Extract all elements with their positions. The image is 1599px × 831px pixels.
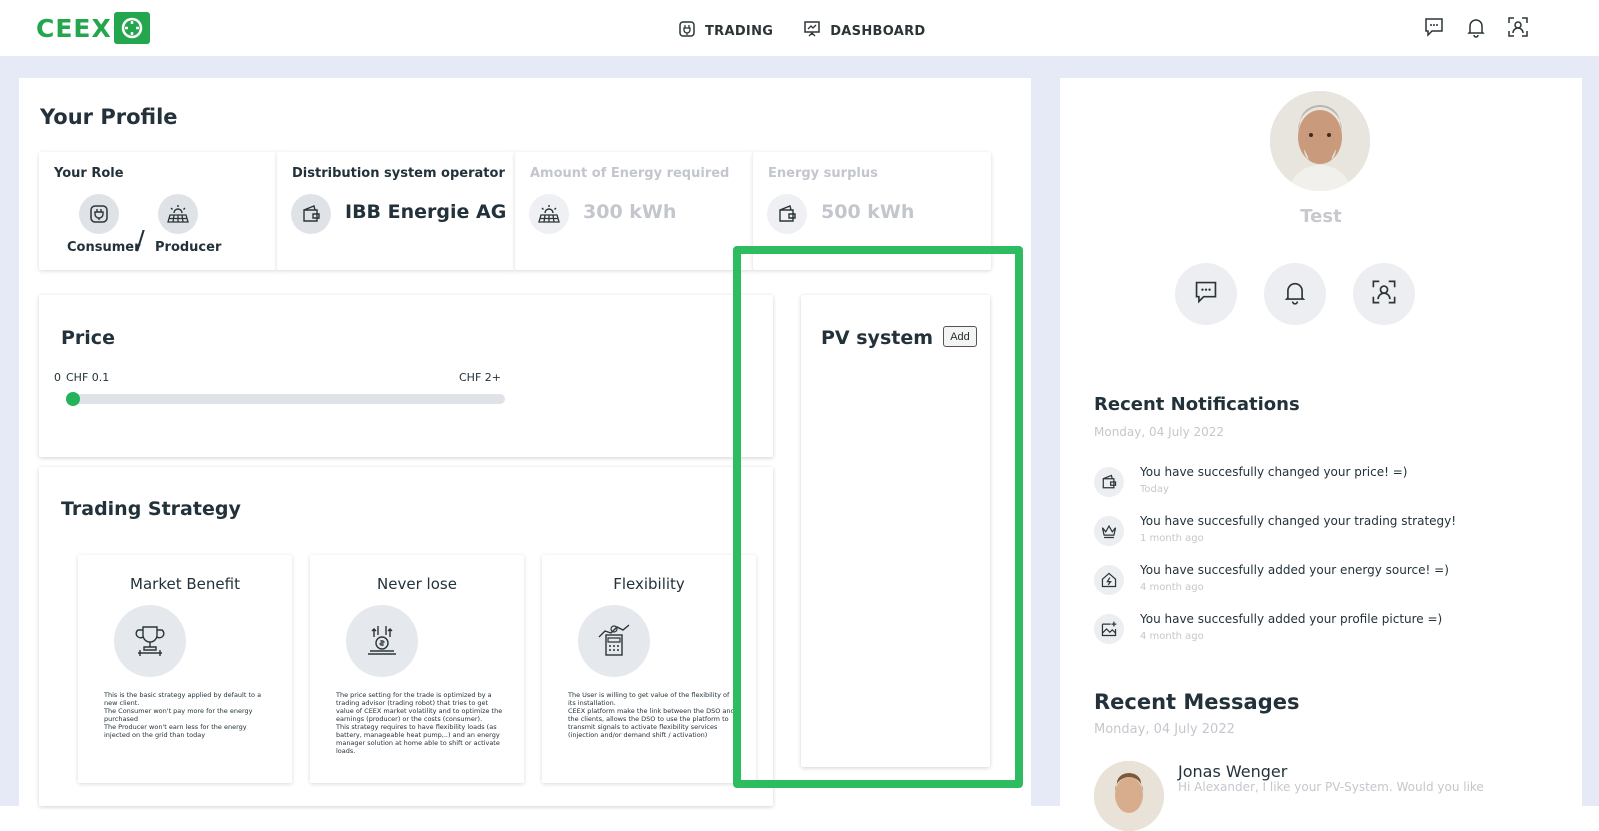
bell-icon xyxy=(1282,279,1308,309)
user-panel: Test Recent Notifications Monday, 04 Jul… xyxy=(1060,78,1582,831)
price-title: Price xyxy=(61,327,115,349)
strategy-card-market-benefit[interactable]: Market Benefit This is the basic strateg… xyxy=(78,555,292,783)
notification-time: Today xyxy=(1140,484,1169,495)
strategy-card-flexibility[interactable]: Flexibility The User is willing to get v… xyxy=(542,555,756,783)
user-scan-icon xyxy=(1371,279,1397,309)
highlight-box xyxy=(733,246,1023,788)
user-name: Test xyxy=(1300,206,1342,227)
message-sender[interactable]: Jonas Wenger xyxy=(1178,762,1287,781)
strategy-description: The price setting for the trade is optim… xyxy=(336,691,503,755)
energy-required-label: Amount of Energy required xyxy=(530,166,730,181)
message-avatar[interactable] xyxy=(1094,761,1164,831)
logo-text: CEEX xyxy=(36,13,112,43)
notification-item[interactable]: You have succesfully changed your price!… xyxy=(1094,465,1554,507)
calculator-chart-icon xyxy=(578,605,650,677)
strategy-title: Never lose xyxy=(377,575,457,593)
producer-solar-icon[interactable] xyxy=(158,194,198,234)
money-hand-icon xyxy=(346,605,418,677)
message-preview: Hi Alexander, I like your PV-System. Wou… xyxy=(1178,780,1484,794)
price-max-label: CHF 2+ xyxy=(459,371,501,384)
price-section: Price 0 CHF 0.1 CHF 2+ xyxy=(39,295,773,457)
wallet-icon xyxy=(1094,467,1124,497)
notification-item[interactable]: You have succesfully added your profile … xyxy=(1094,612,1554,654)
energy-surplus-label: Energy surplus xyxy=(768,166,878,181)
trading-strategy-section: Trading Strategy Market Benefit This is … xyxy=(39,467,773,806)
page-title: Your Profile xyxy=(40,105,178,129)
energy-surplus-value: 500 kWh xyxy=(821,201,915,223)
solar-panel-icon xyxy=(529,194,569,234)
strategy-title: Market Benefit xyxy=(130,575,240,593)
logo-plug-icon xyxy=(113,12,150,44)
notification-item[interactable]: You have succesfully changed your tradin… xyxy=(1094,514,1554,556)
notification-text: You have succesfully changed your tradin… xyxy=(1140,514,1457,528)
messages-title: Recent Messages xyxy=(1094,690,1300,714)
notification-time: 4 month ago xyxy=(1140,631,1204,642)
notification-time: 4 month ago xyxy=(1140,582,1204,593)
trophy-icon xyxy=(114,605,186,677)
nav-trading-label: TRADING xyxy=(705,23,774,39)
wallet-icon xyxy=(291,194,331,234)
notification-text: You have succesfully added your energy s… xyxy=(1140,563,1449,577)
price-slider-thumb[interactable] xyxy=(66,392,80,406)
plug-icon xyxy=(678,20,696,42)
notifications-title: Recent Notifications xyxy=(1094,394,1300,415)
chat-icon xyxy=(1193,279,1219,309)
chat-icon[interactable] xyxy=(1423,16,1445,38)
role-label: Your Role xyxy=(54,166,124,181)
ceex-logo[interactable]: CEEX xyxy=(36,12,150,44)
avatar[interactable] xyxy=(1270,91,1370,191)
user-scan-icon[interactable] xyxy=(1507,16,1529,38)
messages-date: Monday, 04 July 2022 xyxy=(1094,722,1235,737)
nav-trading[interactable]: TRADING xyxy=(678,20,773,42)
producer-label[interactable]: Producer xyxy=(155,240,221,255)
top-actions xyxy=(1423,16,1529,38)
energy-required-value: 300 kWh xyxy=(583,201,677,223)
price-min-label: CHF 0.1 xyxy=(66,371,110,384)
house-energy-icon xyxy=(1094,565,1124,595)
presentation-chart-icon xyxy=(803,20,821,42)
notifications-date: Monday, 04 July 2022 xyxy=(1094,425,1225,439)
crown-icon xyxy=(1094,516,1124,546)
main-nav: TRADING DASHBOARD xyxy=(678,20,926,42)
role-card: Your Role Consumer / Producer xyxy=(39,152,277,270)
top-bar: CEEX TRADING DASHBOARD xyxy=(0,0,1599,56)
consumer-label[interactable]: Consumer xyxy=(67,240,141,255)
strategy-title: Flexibility xyxy=(613,575,685,593)
role-separator: / xyxy=(136,226,145,256)
price-slider-track[interactable] xyxy=(71,394,505,404)
profile-scan-button[interactable] xyxy=(1353,263,1415,325)
image-add-icon xyxy=(1094,614,1124,644)
notification-time: 1 month ago xyxy=(1140,533,1204,544)
wallet-icon xyxy=(767,194,807,234)
strategy-description: The User is willing to get value of the … xyxy=(568,691,735,739)
dso-card: Distribution system operator IBB Energie… xyxy=(277,152,515,270)
chat-button[interactable] xyxy=(1175,263,1237,325)
consumer-plug-icon[interactable] xyxy=(79,194,119,234)
dso-label: Distribution system operator xyxy=(292,166,505,181)
strategy-description: This is the basic strategy applied by de… xyxy=(104,691,262,739)
strategy-card-never-lose[interactable]: Never lose The price setting for the tra… xyxy=(310,555,524,783)
nav-dashboard-label: DASHBOARD xyxy=(830,23,926,39)
energy-required-card: Amount of Energy required 300 kWh xyxy=(515,152,753,270)
notification-text: You have succesfully changed your price!… xyxy=(1140,465,1408,479)
nav-dashboard[interactable]: DASHBOARD xyxy=(803,20,925,42)
notification-item[interactable]: You have succesfully added your energy s… xyxy=(1094,563,1554,605)
bell-icon[interactable] xyxy=(1465,16,1487,38)
notification-text: You have succesfully added your profile … xyxy=(1140,612,1443,626)
dso-value: IBB Energie AG xyxy=(345,201,507,223)
trading-strategy-title: Trading Strategy xyxy=(61,498,241,520)
notifications-button[interactable] xyxy=(1264,263,1326,325)
price-zero-label: 0 xyxy=(54,371,61,384)
